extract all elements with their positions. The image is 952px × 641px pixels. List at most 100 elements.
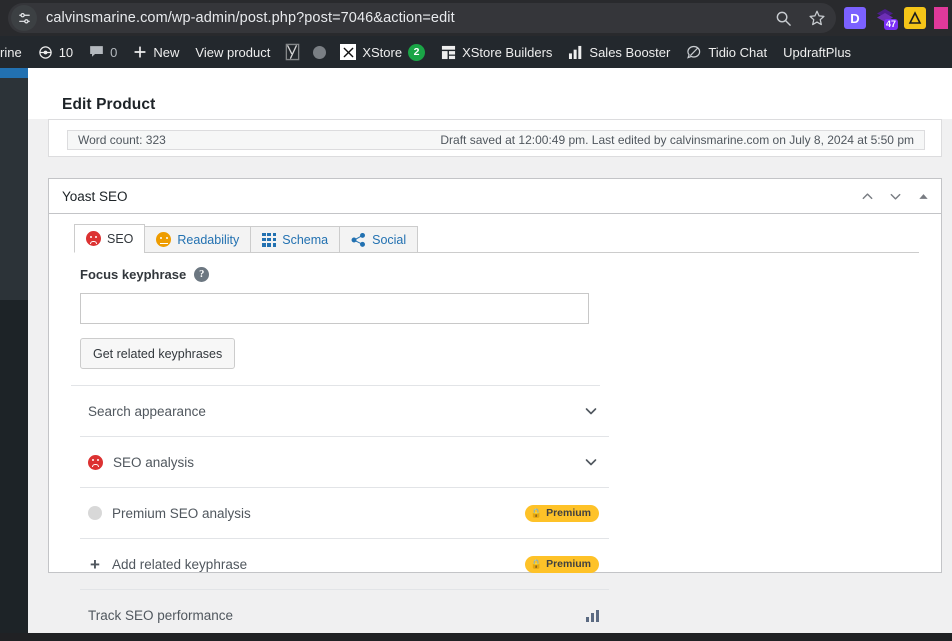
row-premium-seo-analysis[interactable]: Premium SEO analysis 🔒 Premium <box>80 488 609 539</box>
yoast-seo-metabox: Yoast SEO SEO Readability Schema Social … <box>48 178 942 623</box>
bookmark-star-icon[interactable] <box>808 9 826 27</box>
premium-badge-label: Premium <box>546 507 591 519</box>
premium-badge[interactable]: 🔒 Premium <box>524 555 599 573</box>
xstore-count-badge: 2 <box>408 43 426 61</box>
admin-bar-updraftplus[interactable]: UpdraftPlus <box>775 36 859 68</box>
face-bad-icon <box>88 454 103 470</box>
tab-social[interactable]: Social <box>339 226 419 253</box>
address-bar[interactable]: calvinsmarine.com/wp-admin/post.php?post… <box>8 3 836 33</box>
admin-bar-yoast[interactable] <box>278 36 307 68</box>
yoast-metabox-header[interactable]: Yoast SEO <box>49 179 941 214</box>
row-track-seo-performance-label: Track SEO performance <box>88 608 234 623</box>
bar-chart-icon[interactable] <box>586 609 599 622</box>
omnibox-actions <box>775 3 826 33</box>
row-search-appearance-label: Search appearance <box>88 403 206 419</box>
xstore-label: XStore <box>362 44 403 60</box>
lock-icon: 🔒 <box>530 558 543 569</box>
yoast-tabs: SEO Readability Schema Social <box>74 224 919 253</box>
updraftplus-label: UpdraftPlus <box>783 44 852 60</box>
row-track-seo-performance[interactable]: Track SEO performance <box>80 590 609 641</box>
search-icon[interactable] <box>775 10 792 27</box>
comment-icon <box>89 45 104 59</box>
tab-readability-label: Readability <box>177 232 240 247</box>
xstore-builders-label: XStore Builders <box>462 44 553 60</box>
admin-bar-xstore-builders[interactable]: XStore Builders <box>433 36 560 68</box>
help-icon[interactable]: ? <box>194 267 210 282</box>
focus-keyphrase-input[interactable] <box>80 293 589 324</box>
chevron-down-icon[interactable] <box>583 403 599 419</box>
admin-bar-comments[interactable]: 0 <box>81 36 125 68</box>
focus-keyphrase-label: Focus keyphrase <box>80 267 187 282</box>
get-related-keyphrases-button[interactable]: Get related keyphrases <box>80 338 236 369</box>
toggle-panel-button[interactable] <box>909 181 937 211</box>
row-premium-seo-analysis-label: Premium SEO analysis <box>112 505 251 521</box>
tidio-chat-label: Tidio Chat <box>708 44 768 60</box>
admin-bar-notification-dot[interactable] <box>307 36 332 68</box>
row-seo-analysis[interactable]: SEO analysis <box>80 437 609 488</box>
new-content-label: New <box>153 44 180 60</box>
word-count-label: Word count: 323 <box>78 133 166 147</box>
draft-saved-label: Draft saved at 12:00:49 pm. Last edited … <box>440 133 914 147</box>
move-down-button[interactable] <box>881 181 909 211</box>
focus-keyphrase-section: Focus keyphrase ? Get related keyphrases <box>71 267 600 386</box>
row-search-appearance[interactable]: Search appearance <box>80 386 609 437</box>
site-info-icon[interactable] <box>11 5 37 31</box>
admin-bar-view-product[interactable]: View product <box>187 36 278 68</box>
page-title: Edit Product <box>62 96 156 114</box>
admin-bar-sales-booster[interactable]: Sales Booster <box>560 36 678 68</box>
editor-status-bar: Word count: 323 Draft saved at 12:00:49 … <box>67 130 925 150</box>
extension-badge-count: 47 <box>883 19 898 30</box>
admin-bar-xstore[interactable]: XStore 2 <box>332 36 433 68</box>
chevron-down-icon[interactable] <box>583 454 599 470</box>
row-add-related-keyphrase[interactable]: + Add related keyphrase 🔒 Premium <box>80 539 609 590</box>
grey-dot-icon <box>88 506 102 520</box>
share-icon <box>351 232 366 247</box>
tab-social-label: Social <box>372 232 407 247</box>
lock-icon: 🔒 <box>530 507 543 518</box>
tab-readability[interactable]: Readability <box>144 226 252 253</box>
view-product-label: View product <box>195 44 271 60</box>
focus-keyphrase-label-row: Focus keyphrase ? <box>80 267 600 282</box>
yoast-metabox-body: SEO Readability Schema Social Focus keyp… <box>49 214 941 641</box>
wp-admin-bar: rine 10 0 New View product XStore 2 XSto… <box>0 36 952 68</box>
wp-admin-sidebar[interactable] <box>0 68 28 300</box>
grid-icon <box>262 232 277 247</box>
admin-bar-site-name[interactable]: rine <box>0 36 30 68</box>
row-seo-analysis-label: SEO analysis <box>113 454 195 470</box>
tab-seo-label: SEO <box>107 231 134 246</box>
plus-icon: + <box>90 554 100 574</box>
row-add-related-keyphrase-label: Add related keyphrase <box>112 556 248 572</box>
move-up-button[interactable] <box>853 181 881 211</box>
xstore-icon <box>340 44 357 60</box>
yoast-metabox-header-actions <box>853 179 937 213</box>
bar-chart-icon <box>568 45 583 59</box>
face-ok-icon <box>156 232 172 247</box>
extension-icon-purple-stack[interactable]: 47 <box>874 7 898 30</box>
sidebar-current-item[interactable] <box>0 68 28 78</box>
yoast-metabox-title: Yoast SEO <box>62 188 128 204</box>
grey-circle-icon <box>313 45 327 59</box>
premium-badge[interactable]: 🔒 Premium <box>524 504 599 522</box>
updates-icon <box>38 45 53 60</box>
yoast-y-icon <box>284 43 301 61</box>
builders-grid-icon <box>441 45 456 60</box>
extension-icon-d[interactable]: D <box>844 7 866 29</box>
site-name-label: rine <box>0 44 22 60</box>
url-text: calvinsmarine.com/wp-admin/post.php?post… <box>46 10 455 26</box>
tab-seo[interactable]: SEO <box>74 224 146 253</box>
plus-icon <box>133 45 147 59</box>
extension-icon-yellow-a[interactable] <box>904 7 926 29</box>
sales-booster-label: Sales Booster <box>589 44 671 60</box>
admin-bar-tidio-chat[interactable]: Tidio Chat <box>678 36 775 68</box>
editor-status-box: Word count: 323 Draft saved at 12:00:49 … <box>48 119 942 157</box>
comments-count: 0 <box>110 44 118 60</box>
face-bad-icon <box>86 231 101 246</box>
tab-schema-label: Schema <box>282 232 329 247</box>
updates-count: 10 <box>58 44 74 60</box>
chat-bubble-icon <box>686 45 702 60</box>
extension-icons: D 47 <box>844 0 948 36</box>
tab-schema[interactable]: Schema <box>250 226 341 253</box>
admin-bar-updates[interactable]: 10 <box>30 36 81 68</box>
admin-bar-new-content[interactable]: New <box>125 36 187 68</box>
extension-icon-pink[interactable] <box>934 7 948 29</box>
